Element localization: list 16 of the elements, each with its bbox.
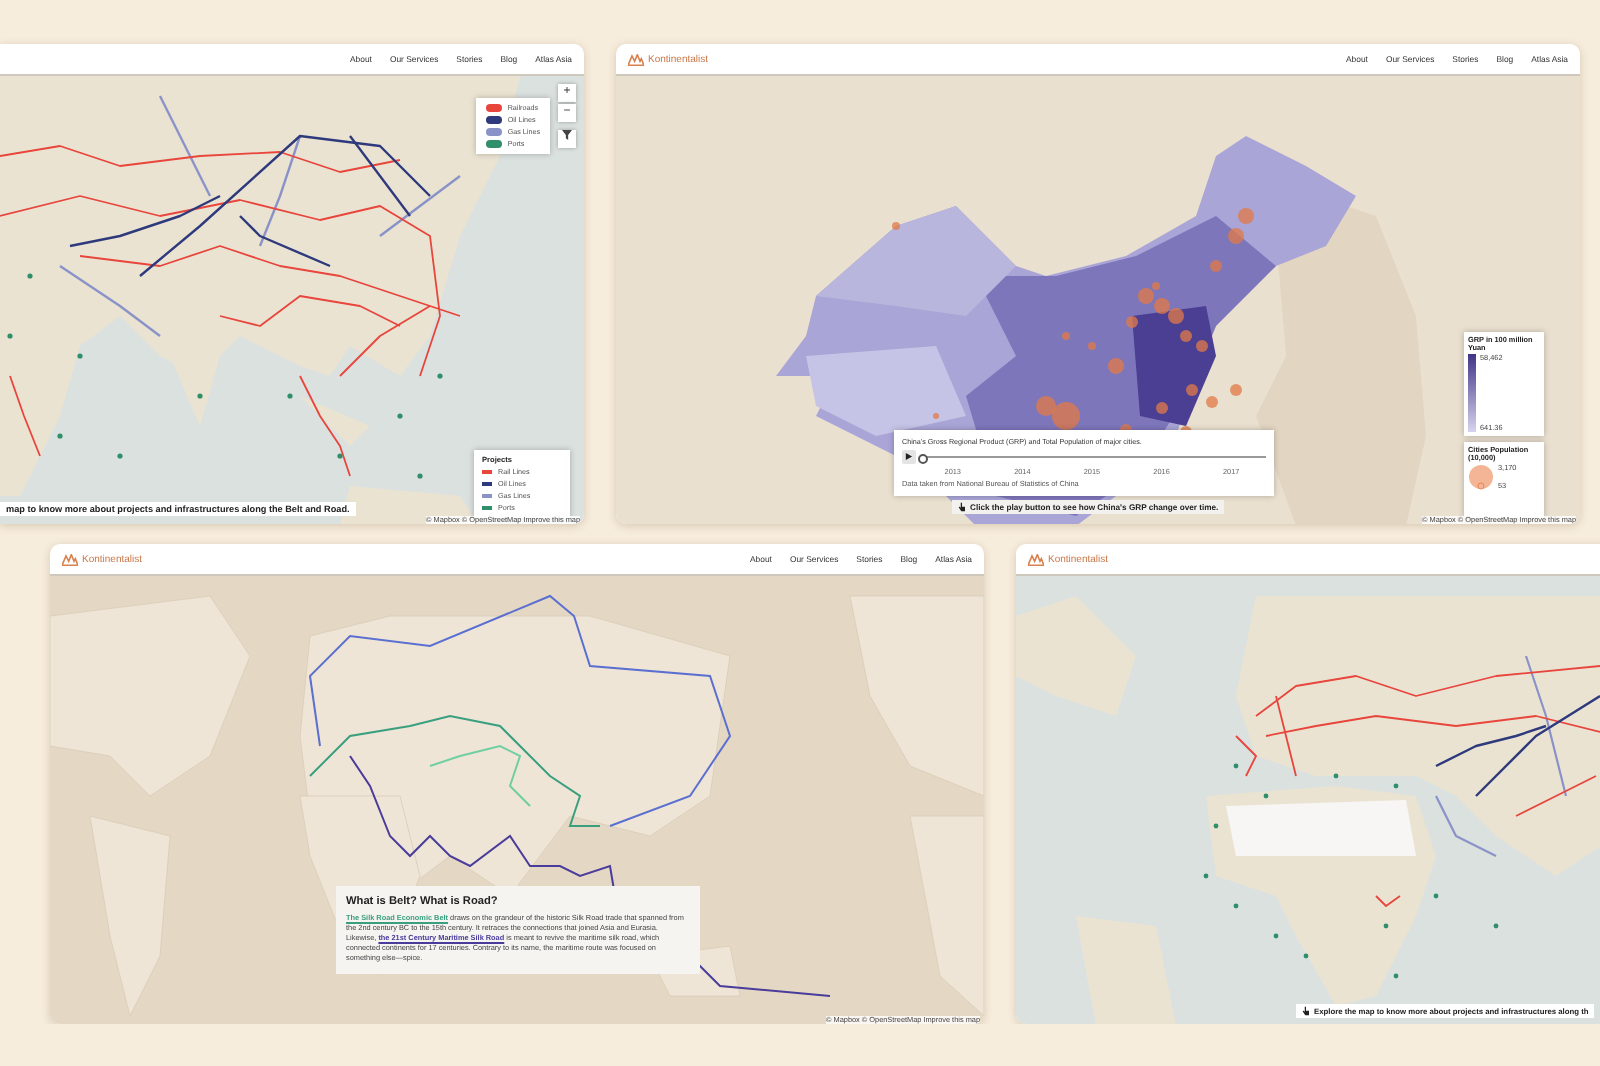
logo-icon bbox=[1028, 553, 1044, 565]
legend-toggle[interactable] bbox=[485, 104, 502, 112]
pointer-hand-icon bbox=[1302, 1006, 1310, 1016]
logo-icon bbox=[62, 553, 78, 565]
timeline-slider[interactable] bbox=[922, 456, 1266, 458]
color-scale-bar bbox=[1468, 354, 1476, 432]
pointer-hand-icon bbox=[958, 502, 966, 512]
legend-toggle[interactable] bbox=[485, 140, 502, 148]
play-button[interactable] bbox=[902, 450, 916, 464]
filter-icon bbox=[562, 130, 572, 140]
legend-toggle[interactable] bbox=[485, 116, 502, 124]
filter-button[interactable] bbox=[558, 130, 576, 148]
logo-icon bbox=[628, 53, 644, 65]
legend-toggle[interactable] bbox=[485, 128, 502, 136]
circle-size-icon bbox=[1468, 464, 1494, 490]
slider-thumb[interactable] bbox=[918, 453, 928, 463]
